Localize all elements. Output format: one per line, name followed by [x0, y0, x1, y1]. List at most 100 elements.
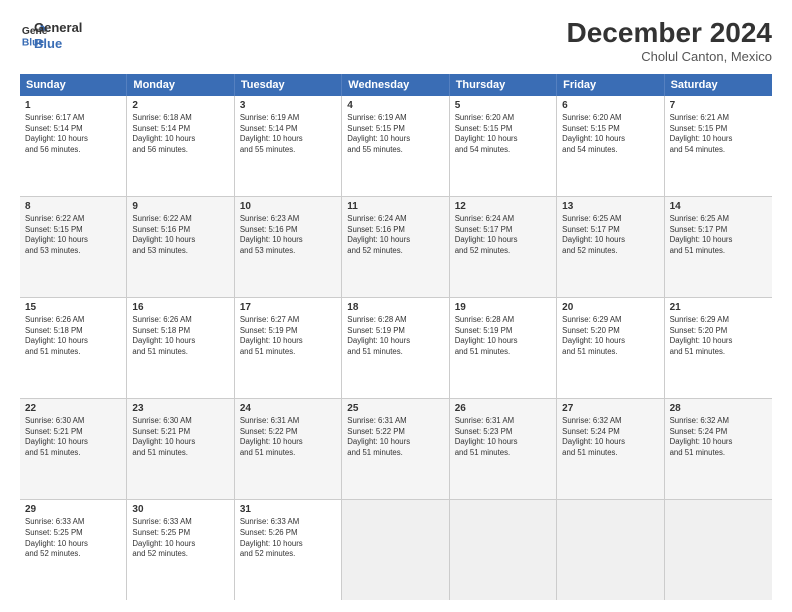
title-block: December 2024 Cholul Canton, Mexico: [567, 18, 772, 64]
day-info: Sunrise: 6:17 AM: [25, 113, 121, 124]
day-info: and 52 minutes.: [132, 549, 228, 560]
day-info: Sunset: 5:19 PM: [455, 326, 551, 337]
cal-cell-6: 6Sunrise: 6:20 AMSunset: 5:15 PMDaylight…: [557, 96, 664, 196]
cal-cell-5: 5Sunrise: 6:20 AMSunset: 5:15 PMDaylight…: [450, 96, 557, 196]
day-number: 19: [455, 301, 551, 315]
cal-cell-24: 24Sunrise: 6:31 AMSunset: 5:22 PMDayligh…: [235, 399, 342, 499]
cal-cell-15: 15Sunrise: 6:26 AMSunset: 5:18 PMDayligh…: [20, 298, 127, 398]
day-info: Sunrise: 6:33 AM: [25, 517, 121, 528]
day-info: and 52 minutes.: [455, 246, 551, 257]
day-info: Daylight: 10 hours: [132, 134, 228, 145]
calendar-body: 1Sunrise: 6:17 AMSunset: 5:14 PMDaylight…: [20, 96, 772, 600]
cal-cell-31: 31Sunrise: 6:33 AMSunset: 5:26 PMDayligh…: [235, 500, 342, 600]
day-number: 30: [132, 503, 228, 517]
day-info: and 51 minutes.: [562, 448, 658, 459]
day-info: Sunset: 5:22 PM: [347, 427, 443, 438]
location-title: Cholul Canton, Mexico: [567, 49, 772, 64]
day-info: and 56 minutes.: [132, 145, 228, 156]
day-info: Daylight: 10 hours: [240, 336, 336, 347]
day-info: Sunset: 5:17 PM: [670, 225, 767, 236]
day-info: and 52 minutes.: [347, 246, 443, 257]
day-info: Daylight: 10 hours: [25, 134, 121, 145]
day-info: Daylight: 10 hours: [25, 539, 121, 550]
cal-cell-28: 28Sunrise: 6:32 AMSunset: 5:24 PMDayligh…: [665, 399, 772, 499]
day-info: Sunrise: 6:25 AM: [670, 214, 767, 225]
cal-cell-30: 30Sunrise: 6:33 AMSunset: 5:25 PMDayligh…: [127, 500, 234, 600]
day-info: Sunset: 5:18 PM: [25, 326, 121, 337]
day-number: 6: [562, 99, 658, 113]
day-info: Sunrise: 6:31 AM: [240, 416, 336, 427]
cal-cell-10: 10Sunrise: 6:23 AMSunset: 5:16 PMDayligh…: [235, 197, 342, 297]
day-info: Sunset: 5:25 PM: [132, 528, 228, 539]
day-info: Sunset: 5:23 PM: [455, 427, 551, 438]
day-info: Sunset: 5:14 PM: [240, 124, 336, 135]
day-info: Sunrise: 6:23 AM: [240, 214, 336, 225]
day-info: Sunrise: 6:20 AM: [562, 113, 658, 124]
cal-cell-4: 4Sunrise: 6:19 AMSunset: 5:15 PMDaylight…: [342, 96, 449, 196]
day-info: and 54 minutes.: [455, 145, 551, 156]
day-number: 3: [240, 99, 336, 113]
day-info: and 51 minutes.: [670, 246, 767, 257]
cal-cell-empty-4-4: [450, 500, 557, 600]
day-info: Daylight: 10 hours: [562, 134, 658, 145]
day-info: Daylight: 10 hours: [670, 336, 767, 347]
cal-cell-20: 20Sunrise: 6:29 AMSunset: 5:20 PMDayligh…: [557, 298, 664, 398]
day-info: Daylight: 10 hours: [25, 235, 121, 246]
day-info: Sunset: 5:19 PM: [347, 326, 443, 337]
day-info: Sunset: 5:15 PM: [562, 124, 658, 135]
cal-cell-13: 13Sunrise: 6:25 AMSunset: 5:17 PMDayligh…: [557, 197, 664, 297]
day-number: 29: [25, 503, 121, 517]
cal-cell-11: 11Sunrise: 6:24 AMSunset: 5:16 PMDayligh…: [342, 197, 449, 297]
day-info: and 51 minutes.: [455, 347, 551, 358]
day-info: Sunset: 5:20 PM: [562, 326, 658, 337]
day-info: and 51 minutes.: [132, 347, 228, 358]
day-info: Daylight: 10 hours: [455, 336, 551, 347]
day-info: Sunrise: 6:27 AM: [240, 315, 336, 326]
header-day-monday: Monday: [127, 74, 234, 96]
cal-cell-18: 18Sunrise: 6:28 AMSunset: 5:19 PMDayligh…: [342, 298, 449, 398]
day-info: Sunset: 5:15 PM: [455, 124, 551, 135]
day-number: 26: [455, 402, 551, 416]
day-info: Daylight: 10 hours: [240, 235, 336, 246]
header: General Blue General Blue December 2024 …: [20, 18, 772, 64]
day-info: Sunrise: 6:31 AM: [455, 416, 551, 427]
day-info: and 51 minutes.: [562, 347, 658, 358]
day-info: Daylight: 10 hours: [132, 235, 228, 246]
cal-cell-25: 25Sunrise: 6:31 AMSunset: 5:22 PMDayligh…: [342, 399, 449, 499]
day-number: 18: [347, 301, 443, 315]
day-info: Sunrise: 6:32 AM: [670, 416, 767, 427]
day-info: Sunrise: 6:22 AM: [132, 214, 228, 225]
day-info: and 51 minutes.: [670, 448, 767, 459]
day-number: 14: [670, 200, 767, 214]
cal-cell-29: 29Sunrise: 6:33 AMSunset: 5:25 PMDayligh…: [20, 500, 127, 600]
day-info: Daylight: 10 hours: [347, 336, 443, 347]
logo-blue: Blue: [34, 36, 82, 52]
day-info: and 52 minutes.: [562, 246, 658, 257]
day-info: Daylight: 10 hours: [455, 235, 551, 246]
day-number: 13: [562, 200, 658, 214]
day-info: Sunrise: 6:30 AM: [25, 416, 121, 427]
day-info: Sunrise: 6:18 AM: [132, 113, 228, 124]
day-info: Sunrise: 6:33 AM: [240, 517, 336, 528]
cal-cell-12: 12Sunrise: 6:24 AMSunset: 5:17 PMDayligh…: [450, 197, 557, 297]
day-info: Sunset: 5:25 PM: [25, 528, 121, 539]
logo-general: General: [34, 20, 82, 36]
day-info: and 55 minutes.: [347, 145, 443, 156]
day-info: Daylight: 10 hours: [562, 235, 658, 246]
day-info: Sunset: 5:17 PM: [455, 225, 551, 236]
day-info: Daylight: 10 hours: [347, 235, 443, 246]
day-number: 4: [347, 99, 443, 113]
cal-cell-27: 27Sunrise: 6:32 AMSunset: 5:24 PMDayligh…: [557, 399, 664, 499]
day-number: 31: [240, 503, 336, 517]
cal-cell-21: 21Sunrise: 6:29 AMSunset: 5:20 PMDayligh…: [665, 298, 772, 398]
day-info: Daylight: 10 hours: [240, 134, 336, 145]
day-info: Sunset: 5:14 PM: [132, 124, 228, 135]
day-info: Sunrise: 6:31 AM: [347, 416, 443, 427]
logo: General Blue General Blue: [20, 18, 82, 51]
day-info: Daylight: 10 hours: [25, 437, 121, 448]
day-info: and 51 minutes.: [455, 448, 551, 459]
day-info: Daylight: 10 hours: [132, 437, 228, 448]
day-number: 16: [132, 301, 228, 315]
day-info: Sunrise: 6:22 AM: [25, 214, 121, 225]
day-info: Daylight: 10 hours: [455, 437, 551, 448]
